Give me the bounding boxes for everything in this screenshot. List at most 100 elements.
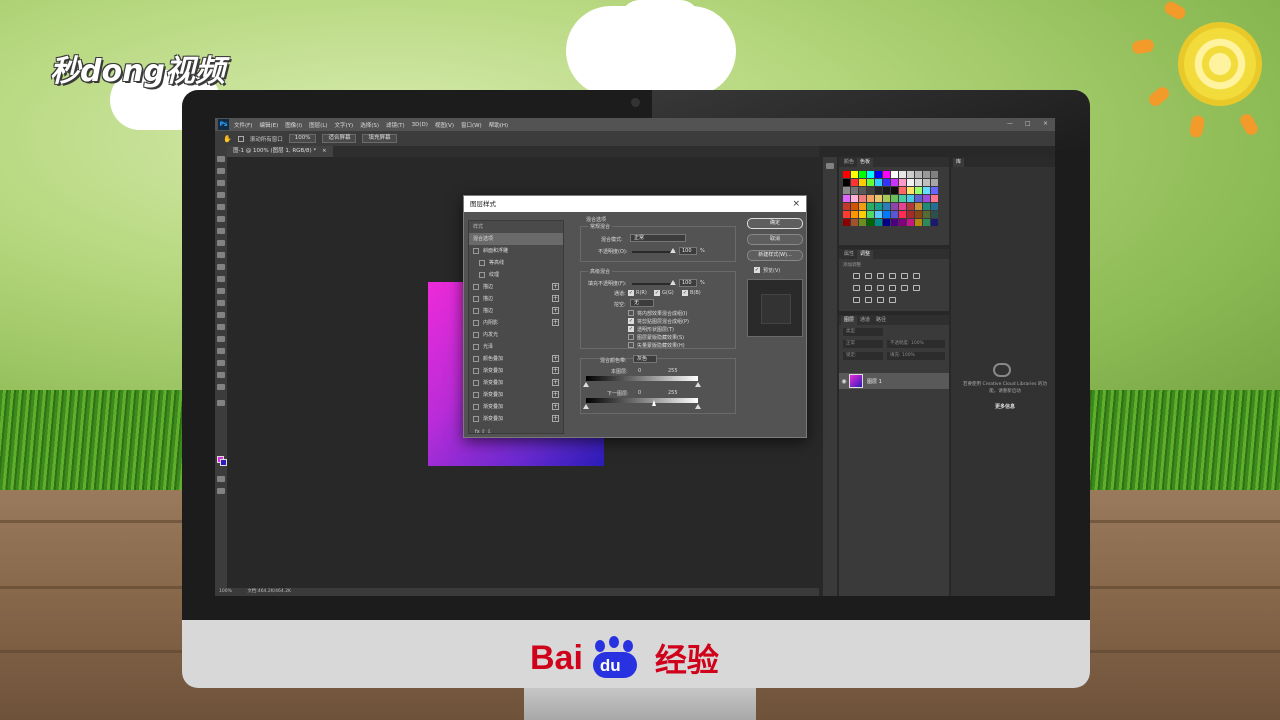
style-checkbox[interactable] <box>473 248 479 254</box>
color-swatch[interactable] <box>851 219 858 226</box>
invert-icon[interactable] <box>913 285 920 291</box>
color-swatch[interactable] <box>859 219 866 226</box>
layer-name[interactable]: 图层 1 <box>867 378 882 385</box>
color-swatch[interactable] <box>843 179 850 186</box>
style-checkbox[interactable] <box>473 404 479 410</box>
channel-g-checkbox[interactable]: ✓ <box>654 290 660 296</box>
color-swatch[interactable] <box>931 219 938 226</box>
tab-adjustments[interactable]: 调整 <box>857 250 874 259</box>
knockout-dropdown[interactable]: 无 <box>630 299 654 307</box>
color-swatch[interactable] <box>883 203 890 210</box>
levels-icon[interactable] <box>865 273 872 279</box>
new-style-button[interactable]: 新建样式(W)... <box>747 250 803 261</box>
layer-row[interactable]: ◉ 图层 1 <box>839 373 949 389</box>
style-list-item[interactable]: 颜色叠加 + <box>469 353 563 365</box>
menu-layer[interactable]: 图层(L) <box>309 121 327 129</box>
color-swatch[interactable] <box>843 171 850 178</box>
color-swatch[interactable] <box>899 219 906 226</box>
color-swatch[interactable] <box>883 195 890 202</box>
color-swatch[interactable] <box>843 219 850 226</box>
style-list-item[interactable]: 渐变叠加 + <box>469 413 563 425</box>
fill-field[interactable]: 填充: 100% <box>887 352 945 360</box>
color-swatch[interactable] <box>883 179 890 186</box>
color-swatch[interactable] <box>883 211 890 218</box>
tab-layers[interactable]: 图层 <box>841 316 858 325</box>
exposure-icon[interactable] <box>889 273 896 279</box>
document-tab[interactable]: 图-1 @ 100% (图层 1, RGB/8) * × <box>227 146 333 157</box>
color-swatch[interactable] <box>875 195 882 202</box>
quick-select-tool-icon[interactable] <box>217 192 225 198</box>
type-tool-icon[interactable] <box>217 336 225 342</box>
style-list-item[interactable]: 混合选项 <box>469 233 563 245</box>
visibility-eye-icon[interactable]: ◉ <box>839 378 849 385</box>
color-swatch[interactable] <box>915 219 922 226</box>
style-checkbox[interactable] <box>473 344 479 350</box>
color-swatch[interactable] <box>915 187 922 194</box>
menu-view[interactable]: 视图(V) <box>435 121 454 129</box>
menu-file[interactable]: 文件(F) <box>234 121 252 129</box>
menu-select[interactable]: 选择(S) <box>360 121 379 129</box>
color-swatch[interactable] <box>931 203 938 210</box>
style-checkbox[interactable] <box>473 284 479 290</box>
menu-3d[interactable]: 3D(D) <box>412 122 428 128</box>
fx-footer-icons[interactable]: fx ⇧ ⇩ <box>475 429 491 435</box>
style-checkbox[interactable] <box>473 356 479 362</box>
style-checkbox[interactable] <box>473 416 479 422</box>
style-list-item[interactable]: 渐变叠加 + <box>469 401 563 413</box>
hand-tool-icon[interactable] <box>217 372 225 378</box>
color-swatch[interactable] <box>859 187 866 194</box>
curves-icon[interactable] <box>877 273 884 279</box>
color-swatch[interactable] <box>899 179 906 186</box>
color-swatch[interactable] <box>851 187 858 194</box>
color-swatch[interactable] <box>931 195 938 202</box>
fill-opacity-input[interactable]: 100 <box>679 279 697 287</box>
add-effect-plus-icon[interactable]: + <box>552 379 559 386</box>
color-swatch[interactable] <box>923 187 930 194</box>
color-swatch[interactable] <box>907 179 914 186</box>
color-swatch[interactable] <box>843 187 850 194</box>
color-swatch[interactable] <box>891 179 898 186</box>
color-swatch[interactable] <box>931 171 938 178</box>
color-swatch[interactable] <box>891 211 898 218</box>
color-swatch[interactable] <box>891 195 898 202</box>
advanced-option-checkbox[interactable] <box>628 310 634 316</box>
color-swatch[interactable] <box>899 203 906 210</box>
color-balance-icon[interactable] <box>853 285 860 291</box>
color-swatch[interactable] <box>907 171 914 178</box>
color-swatch[interactable] <box>899 171 906 178</box>
more-tools-icon[interactable] <box>217 400 225 406</box>
tab-color[interactable]: 颜色 <box>841 158 857 167</box>
color-swatch[interactable] <box>923 203 930 210</box>
color-swatch[interactable] <box>867 187 874 194</box>
healing-tool-icon[interactable] <box>217 228 225 234</box>
color-swatch[interactable] <box>875 171 882 178</box>
menu-help[interactable]: 帮助(H) <box>489 121 508 129</box>
style-list-item[interactable]: 渐变叠加 + <box>469 365 563 377</box>
layer-filter-select[interactable]: 类型 <box>843 328 883 336</box>
crop-tool-icon[interactable] <box>217 204 225 210</box>
tab-libraries[interactable]: 库 <box>953 158 965 167</box>
color-swatch[interactable] <box>867 219 874 226</box>
color-swatch[interactable] <box>875 187 882 194</box>
color-swatch[interactable] <box>843 195 850 202</box>
tab-paths[interactable]: 路径 <box>873 316 889 325</box>
color-swatch[interactable] <box>851 195 858 202</box>
brightness-icon[interactable] <box>853 273 860 279</box>
opacity-slider-knob[interactable] <box>670 248 676 253</box>
color-swatch[interactable] <box>907 187 914 194</box>
add-effect-plus-icon[interactable]: + <box>552 403 559 410</box>
color-swatch[interactable] <box>867 179 874 186</box>
posterize-icon[interactable] <box>853 297 860 303</box>
color-swatch[interactable] <box>923 171 930 178</box>
add-effect-plus-icon[interactable]: + <box>552 355 559 362</box>
color-swatch[interactable] <box>859 171 866 178</box>
color-swatch[interactable] <box>923 179 930 186</box>
this-layer-gradient-bar[interactable] <box>586 376 698 381</box>
stamp-tool-icon[interactable] <box>217 252 225 258</box>
style-list-item[interactable]: 样式 <box>469 221 563 233</box>
advanced-option-checkbox[interactable] <box>628 342 634 348</box>
marquee-tool-icon[interactable] <box>217 168 225 174</box>
style-checkbox[interactable] <box>479 272 485 278</box>
style-checkbox[interactable] <box>473 380 479 386</box>
menu-window[interactable]: 窗口(W) <box>461 121 482 129</box>
